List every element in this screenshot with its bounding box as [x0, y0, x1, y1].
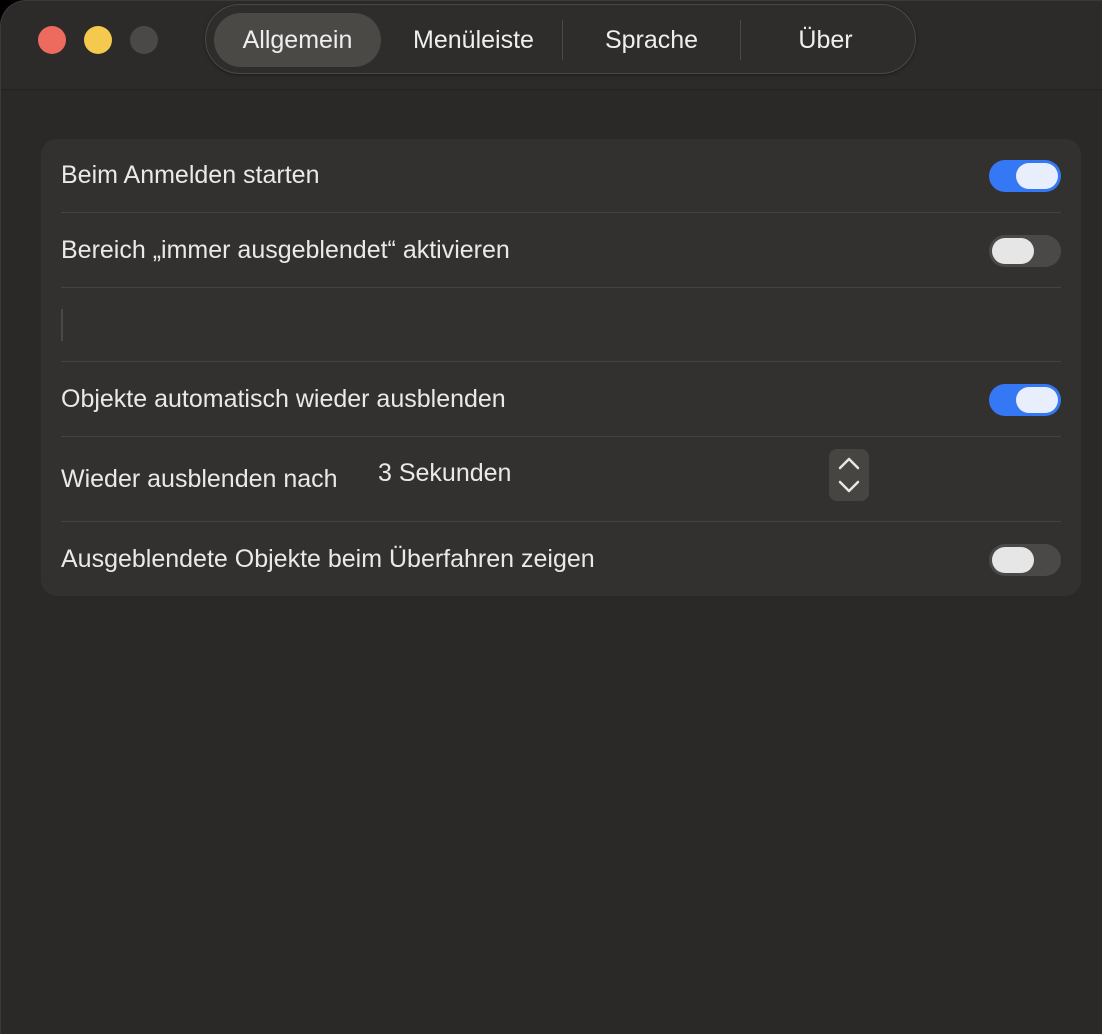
rehide-after-stepper[interactable] [829, 449, 869, 501]
launch-at-login-toggle[interactable] [989, 160, 1061, 192]
toggle-knob [992, 547, 1034, 573]
show-on-hover-toggle[interactable] [989, 544, 1061, 576]
rehide-after-label: Wieder ausblenden nach [61, 465, 338, 493]
setting-row-launch-at-login: Beim Anmelden starten [61, 158, 1061, 194]
tab-separator [740, 20, 741, 60]
auto-rehide-toggle[interactable] [989, 384, 1061, 416]
rehide-after-value[interactable]: 3 Sekunden [378, 459, 511, 488]
divider [61, 436, 1061, 437]
divider [61, 287, 1061, 288]
setting-row-show-on-hover: Ausgeblendete Objekte beim Überfahren ze… [61, 542, 1061, 578]
divider [61, 361, 1061, 362]
always-hidden-label: Bereich „immer ausgeblendet“ aktivieren [61, 236, 510, 264]
launch-at-login-label: Beim Anmelden starten [61, 161, 320, 189]
toggle-knob [992, 238, 1034, 264]
settings-window: Allgemein Menüleiste Sprache Über Beim A… [0, 0, 1102, 1034]
setting-row-rehide-after: Wieder ausblenden nach [61, 462, 1061, 498]
chevron-up-icon[interactable] [837, 453, 861, 473]
setting-row-always-hidden: Bereich „immer ausgeblendet“ aktivieren [61, 233, 1061, 269]
tab-allgemein[interactable]: Allgemein [214, 13, 381, 67]
title-bar: Allgemein Menüleiste Sprache Über [1, 1, 1102, 90]
tab-menueleiste[interactable]: Menüleiste [386, 13, 561, 67]
auto-rehide-label: Objekte automatisch wieder ausblenden [61, 385, 506, 413]
settings-card: Beim Anmelden starten Bereich „immer aus… [41, 139, 1081, 596]
setting-row-auto-rehide: Objekte automatisch wieder ausblenden [61, 382, 1061, 418]
divider [61, 521, 1061, 522]
toggle-knob [1016, 163, 1058, 189]
show-on-hover-label: Ausgeblendete Objekte beim Überfahren ze… [61, 545, 595, 573]
tab-sprache[interactable]: Sprache [564, 13, 739, 67]
toggle-knob [1016, 387, 1058, 413]
always-hidden-toggle[interactable] [989, 235, 1061, 267]
empty-section-marker [61, 309, 63, 341]
tab-ueber[interactable]: Über [742, 13, 909, 67]
chevron-down-icon[interactable] [837, 477, 861, 497]
tab-bar: Allgemein Menüleiste Sprache Über [205, 4, 916, 74]
tab-separator [562, 20, 563, 60]
close-button[interactable] [38, 26, 66, 54]
zoom-button[interactable] [130, 26, 158, 54]
minimize-button[interactable] [84, 26, 112, 54]
divider [61, 212, 1061, 213]
